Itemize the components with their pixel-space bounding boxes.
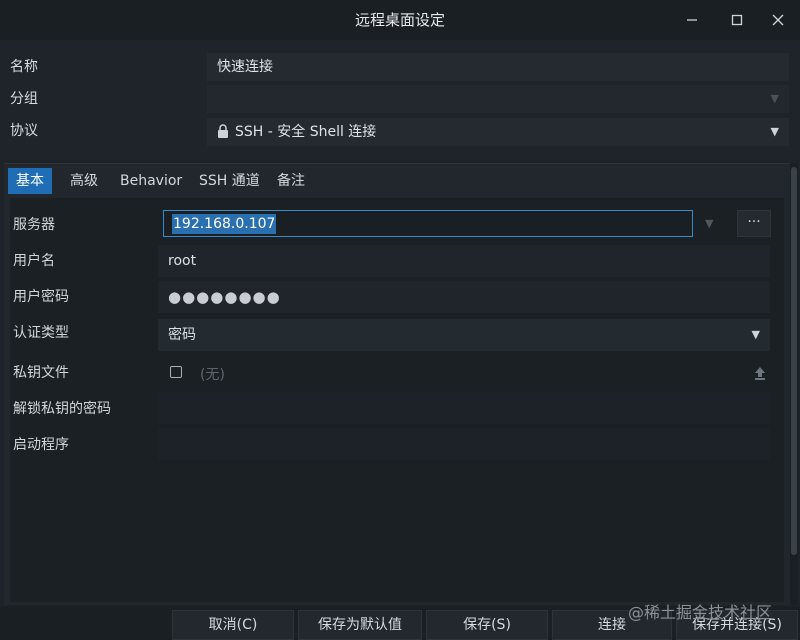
private-key-label: 私钥文件 [13,365,69,381]
auth-type-label: 认证类型 [13,325,69,341]
server-value: 192.168.0.107 [172,214,277,234]
tab-notes[interactable]: 备注 [269,168,313,194]
name-label: 名称 [10,59,38,75]
startup-program-field[interactable] [158,428,770,460]
maximize-icon [731,14,743,26]
auth-type-value: 密码 [168,327,196,343]
minimize-button[interactable] [680,8,704,32]
startup-program-label: 启动程序 [13,437,69,453]
group-select[interactable]: ▼ [207,85,789,113]
minimize-icon [687,19,697,21]
username-label: 用户名 [13,253,55,269]
watermark: @稀土掘金技术社区 [628,603,773,622]
save-button[interactable]: 保存(S) [426,610,548,640]
protocol-select[interactable]: SSH - 安全 Shell 连接 ▼ [207,118,789,146]
lock-icon [218,124,228,138]
server-more-button[interactable]: ··· [737,210,771,237]
username-field[interactable]: root [158,245,770,277]
tab-ssh-tunnel[interactable]: SSH 通道 [191,168,268,194]
chevron-down-icon: ▼ [770,92,779,105]
maximize-button[interactable] [725,8,749,32]
chevron-down-icon: ▼ [770,125,779,138]
unlock-key-label: 解锁私钥的密码 [13,401,111,417]
chevron-down-icon: ▼ [751,328,760,341]
protocol-label: 协议 [10,123,38,139]
tab-advanced[interactable]: 高级 [62,168,106,194]
upload-icon[interactable] [752,364,768,382]
private-key-value: (无) [200,367,225,383]
close-button[interactable] [766,8,790,32]
unlock-key-field[interactable] [158,392,770,424]
tab-basic[interactable]: 基本 [8,168,52,194]
auth-type-select[interactable]: 密码 ▼ [158,319,770,351]
scrollbar[interactable] [790,163,798,605]
scrollbar-thumb[interactable] [791,167,797,555]
name-field[interactable]: 快速连接 [207,53,789,81]
save-default-button[interactable]: 保存为默认值 [298,610,422,640]
server-input[interactable]: 192.168.0.107 [163,210,693,237]
server-label: 服务器 [13,217,55,233]
protocol-value: SSH - 安全 Shell 连接 [235,124,377,140]
password-field[interactable]: ●●●●●●●● [158,281,770,313]
chevron-down-icon[interactable]: ▼ [705,217,713,230]
cancel-button[interactable]: 取消(C) [172,610,294,640]
private-key-checkbox[interactable] [170,366,182,378]
password-label: 用户密码 [13,289,69,305]
group-label: 分组 [10,91,38,107]
tab-behavior[interactable]: Behavior [112,168,190,194]
close-icon [772,14,784,26]
